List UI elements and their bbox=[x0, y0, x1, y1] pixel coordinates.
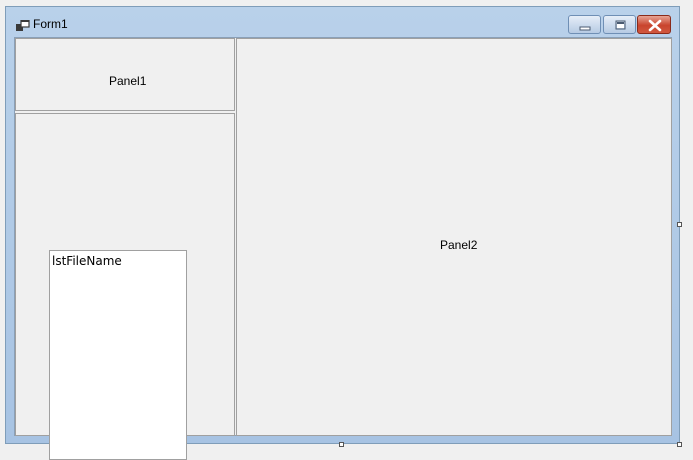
resize-handle-bottom[interactable] bbox=[339, 442, 344, 447]
panel1-label: Panel1 bbox=[109, 74, 147, 88]
close-button[interactable] bbox=[637, 15, 671, 34]
resize-handle-corner[interactable] bbox=[677, 442, 682, 447]
maximize-button[interactable] bbox=[603, 15, 636, 34]
window-title: Form1 bbox=[33, 17, 68, 31]
minimize-icon bbox=[579, 26, 591, 31]
maximize-icon bbox=[615, 20, 626, 30]
form-window[interactable]: Form1 Panel1 lstFileName Panel2 bbox=[5, 6, 680, 460]
panel2[interactable]: Panel2 bbox=[236, 38, 672, 436]
client-area: Panel1 lstFileName Panel2 bbox=[14, 37, 672, 460]
close-icon bbox=[648, 19, 662, 32]
resize-handle-right[interactable] bbox=[677, 222, 682, 227]
title-bar[interactable]: Form1 bbox=[6, 7, 679, 37]
panel2-label: Panel2 bbox=[440, 238, 478, 252]
left-lower-panel[interactable]: lstFileName bbox=[15, 113, 235, 460]
form-window-icon bbox=[16, 17, 30, 31]
panel1[interactable]: Panel1 bbox=[15, 38, 235, 111]
file-name-listbox[interactable]: lstFileName bbox=[49, 250, 187, 460]
list-item[interactable]: lstFileName bbox=[52, 254, 122, 268]
minimize-button[interactable] bbox=[568, 15, 601, 34]
